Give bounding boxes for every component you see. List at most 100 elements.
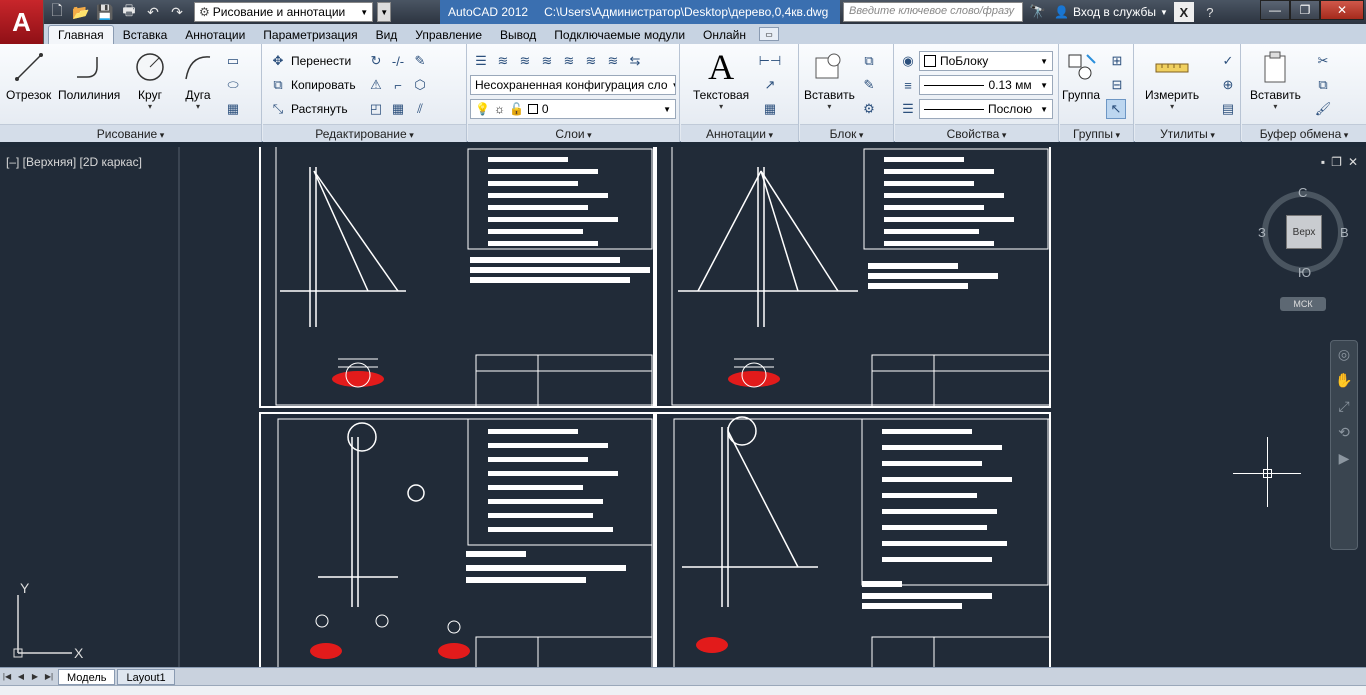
help-icon[interactable]: ? xyxy=(1200,2,1220,22)
viewcube-face-top[interactable]: Верх xyxy=(1286,215,1322,249)
first-layout-icon[interactable]: |◀ xyxy=(0,670,14,684)
arc-button[interactable]: Дуга ▾ xyxy=(180,48,216,111)
layer-match-icon[interactable]: ≋ xyxy=(560,52,578,70)
print-icon[interactable]: 🖶 xyxy=(118,2,140,22)
quick-select-button[interactable]: ✓ xyxy=(1219,52,1237,70)
group-edit-button[interactable]: ⊟ xyxy=(1108,76,1126,94)
create-block-button[interactable]: ⧉ xyxy=(860,52,878,70)
tab-output[interactable]: Вывод xyxy=(491,26,545,44)
prev-layout-icon[interactable]: ◀ xyxy=(14,670,28,684)
leader-button[interactable]: ↗ xyxy=(761,76,779,94)
cut-button[interactable]: ✂ xyxy=(1314,52,1332,70)
panel-title-layers[interactable]: Слои xyxy=(468,124,679,142)
last-layout-icon[interactable]: ▶| xyxy=(42,670,56,684)
layer-isolate-icon[interactable]: ≋ xyxy=(494,52,512,70)
panel-title-utilities[interactable]: Утилиты xyxy=(1135,124,1240,142)
viewcube-west[interactable]: З xyxy=(1258,225,1266,240)
qat-customize-button[interactable]: ▼ xyxy=(377,2,392,22)
tab-layout1[interactable]: Layout1 xyxy=(117,668,175,685)
table-button[interactable]: ▦ xyxy=(761,100,779,118)
binoculars-icon[interactable]: 🔭 xyxy=(1028,2,1048,22)
save-icon[interactable]: 💾 xyxy=(94,2,116,22)
select-all-button[interactable]: ⊕ xyxy=(1219,76,1237,94)
circle-button[interactable]: Круг ▾ xyxy=(132,48,168,111)
application-menu-button[interactable]: A xyxy=(0,0,44,44)
rotate-button[interactable]: ↻ -/- ✎ xyxy=(367,52,429,70)
viewcube-south[interactable]: Ю xyxy=(1298,265,1311,280)
tab-home[interactable]: Главная xyxy=(48,25,114,44)
panel-title-block[interactable]: Блок xyxy=(800,124,893,142)
next-layout-icon[interactable]: ▶ xyxy=(28,670,42,684)
zoom-extents-icon[interactable]: ⤢ xyxy=(1331,393,1357,419)
redo-icon[interactable]: ↷ xyxy=(166,2,188,22)
stretch-button[interactable]: ⤡ Растянуть xyxy=(269,100,348,118)
open-folder-icon[interactable]: 📂 xyxy=(70,2,92,22)
drawing-canvas[interactable]: [–] [Верхняя] [2D каркас] ▪ ❐ ✕ Верх С Ю… xyxy=(0,147,1366,667)
showmotion-icon[interactable]: ▶ xyxy=(1331,445,1357,471)
layer-walk-icon[interactable]: ≋ xyxy=(582,52,600,70)
undo-icon[interactable]: ↶ xyxy=(142,2,164,22)
restore-viewport-icon[interactable]: ❐ xyxy=(1331,155,1342,169)
linetype-select[interactable]: Послою ▼ xyxy=(919,99,1053,119)
new-file-icon[interactable]: 🗋 xyxy=(46,2,68,22)
match-prop-button[interactable]: 🖌 xyxy=(1314,100,1332,118)
text-button[interactable]: A Текстовая ▾ xyxy=(693,47,749,111)
pan-hand-icon[interactable]: ✋ xyxy=(1331,367,1357,393)
panel-title-clipboard[interactable]: Буфер обмена xyxy=(1242,124,1366,142)
dimension-button[interactable]: ⊢⊣ xyxy=(759,52,782,70)
viewcube-east[interactable]: В xyxy=(1340,225,1349,240)
workspace-select[interactable]: ⚙ Рисование и аннотации ▼ xyxy=(194,2,374,22)
polyline-button[interactable]: Полилиния xyxy=(58,48,120,102)
tab-plugins[interactable]: Подключаемые модули xyxy=(545,26,694,44)
panel-title-groups[interactable]: Группы xyxy=(1060,124,1133,142)
tab-online[interactable]: Онлайн xyxy=(694,26,755,44)
measure-button[interactable]: Измерить ▾ xyxy=(1145,48,1199,111)
edit-block-button[interactable]: ✎ xyxy=(860,76,878,94)
ucs-menu-button[interactable]: МСК xyxy=(1280,297,1326,311)
layer-merge-icon[interactable]: ⇆ xyxy=(626,52,644,70)
close-button[interactable]: ✕ xyxy=(1320,0,1364,20)
panel-title-properties[interactable]: Свойства xyxy=(895,124,1058,142)
group-selection-toggle[interactable]: ↖ xyxy=(1106,99,1126,119)
ungroup-button[interactable]: ⊞ xyxy=(1108,52,1126,70)
insert-block-button[interactable]: Вставить ▾ xyxy=(804,48,855,111)
tab-parametric[interactable]: Параметризация xyxy=(254,26,366,44)
tab-manage[interactable]: Управление xyxy=(406,26,491,44)
minimize-button[interactable]: — xyxy=(1260,0,1290,20)
tab-annotate[interactable]: Аннотации xyxy=(176,26,254,44)
minimize-viewport-icon[interactable]: ▪ xyxy=(1321,155,1325,169)
close-viewport-icon[interactable]: ✕ xyxy=(1348,155,1358,169)
tab-insert[interactable]: Вставка xyxy=(114,26,177,44)
viewport-label[interactable]: [–] [Верхняя] [2D каркас] xyxy=(6,155,142,169)
move-button[interactable]: ✥ Перенести xyxy=(269,52,352,70)
viewcube[interactable]: Верх С Ю В З xyxy=(1258,185,1349,280)
orbit-icon[interactable]: ⟲ xyxy=(1331,419,1357,445)
color-select[interactable]: ПоБлоку ▼ xyxy=(919,51,1053,71)
match-properties-button[interactable]: ◉ xyxy=(899,52,917,70)
layer-unisolate-icon[interactable]: ≋ xyxy=(604,52,622,70)
layer-off-icon[interactable]: ≋ xyxy=(538,52,556,70)
layer-properties-icon[interactable]: ☰ xyxy=(472,52,490,70)
command-line[interactable] xyxy=(0,685,1366,695)
copy-button[interactable]: ⧉ Копировать xyxy=(269,76,355,94)
layer-freeze-icon[interactable]: ≋ xyxy=(516,52,534,70)
attribute-button[interactable]: ⚙ xyxy=(860,100,878,118)
line-button[interactable]: Отрезок xyxy=(6,48,51,102)
panel-title-annotation[interactable]: Аннотации xyxy=(681,124,798,142)
paste-button[interactable]: Вставить ▾ xyxy=(1250,48,1301,111)
current-layer-select[interactable]: 💡 ☼ 🔓 0 ▼ xyxy=(470,99,676,119)
group-button[interactable]: Группа xyxy=(1062,48,1100,102)
steering-wheel-icon[interactable]: ◎ xyxy=(1331,341,1357,367)
calculator-button[interactable]: ▤ xyxy=(1219,100,1237,118)
panel-title-modify[interactable]: Редактирование xyxy=(263,124,466,142)
rectangle-button[interactable]: ▭ xyxy=(224,52,242,70)
tab-view[interactable]: Вид xyxy=(367,26,407,44)
exchange-icon[interactable]: X xyxy=(1173,2,1194,22)
tab-model[interactable]: Модель xyxy=(58,668,116,685)
hatch-button[interactable]: ⬭ xyxy=(224,76,242,94)
lineweight-select[interactable]: 0.13 мм ▼ xyxy=(919,75,1053,95)
scale-button[interactable]: ◰ ▦ ⫽ xyxy=(367,100,429,118)
region-button[interactable]: ▦ xyxy=(224,100,242,118)
maximize-button[interactable]: ❐ xyxy=(1290,0,1320,20)
ribbon-minimize-button[interactable]: ▭ xyxy=(759,27,780,41)
